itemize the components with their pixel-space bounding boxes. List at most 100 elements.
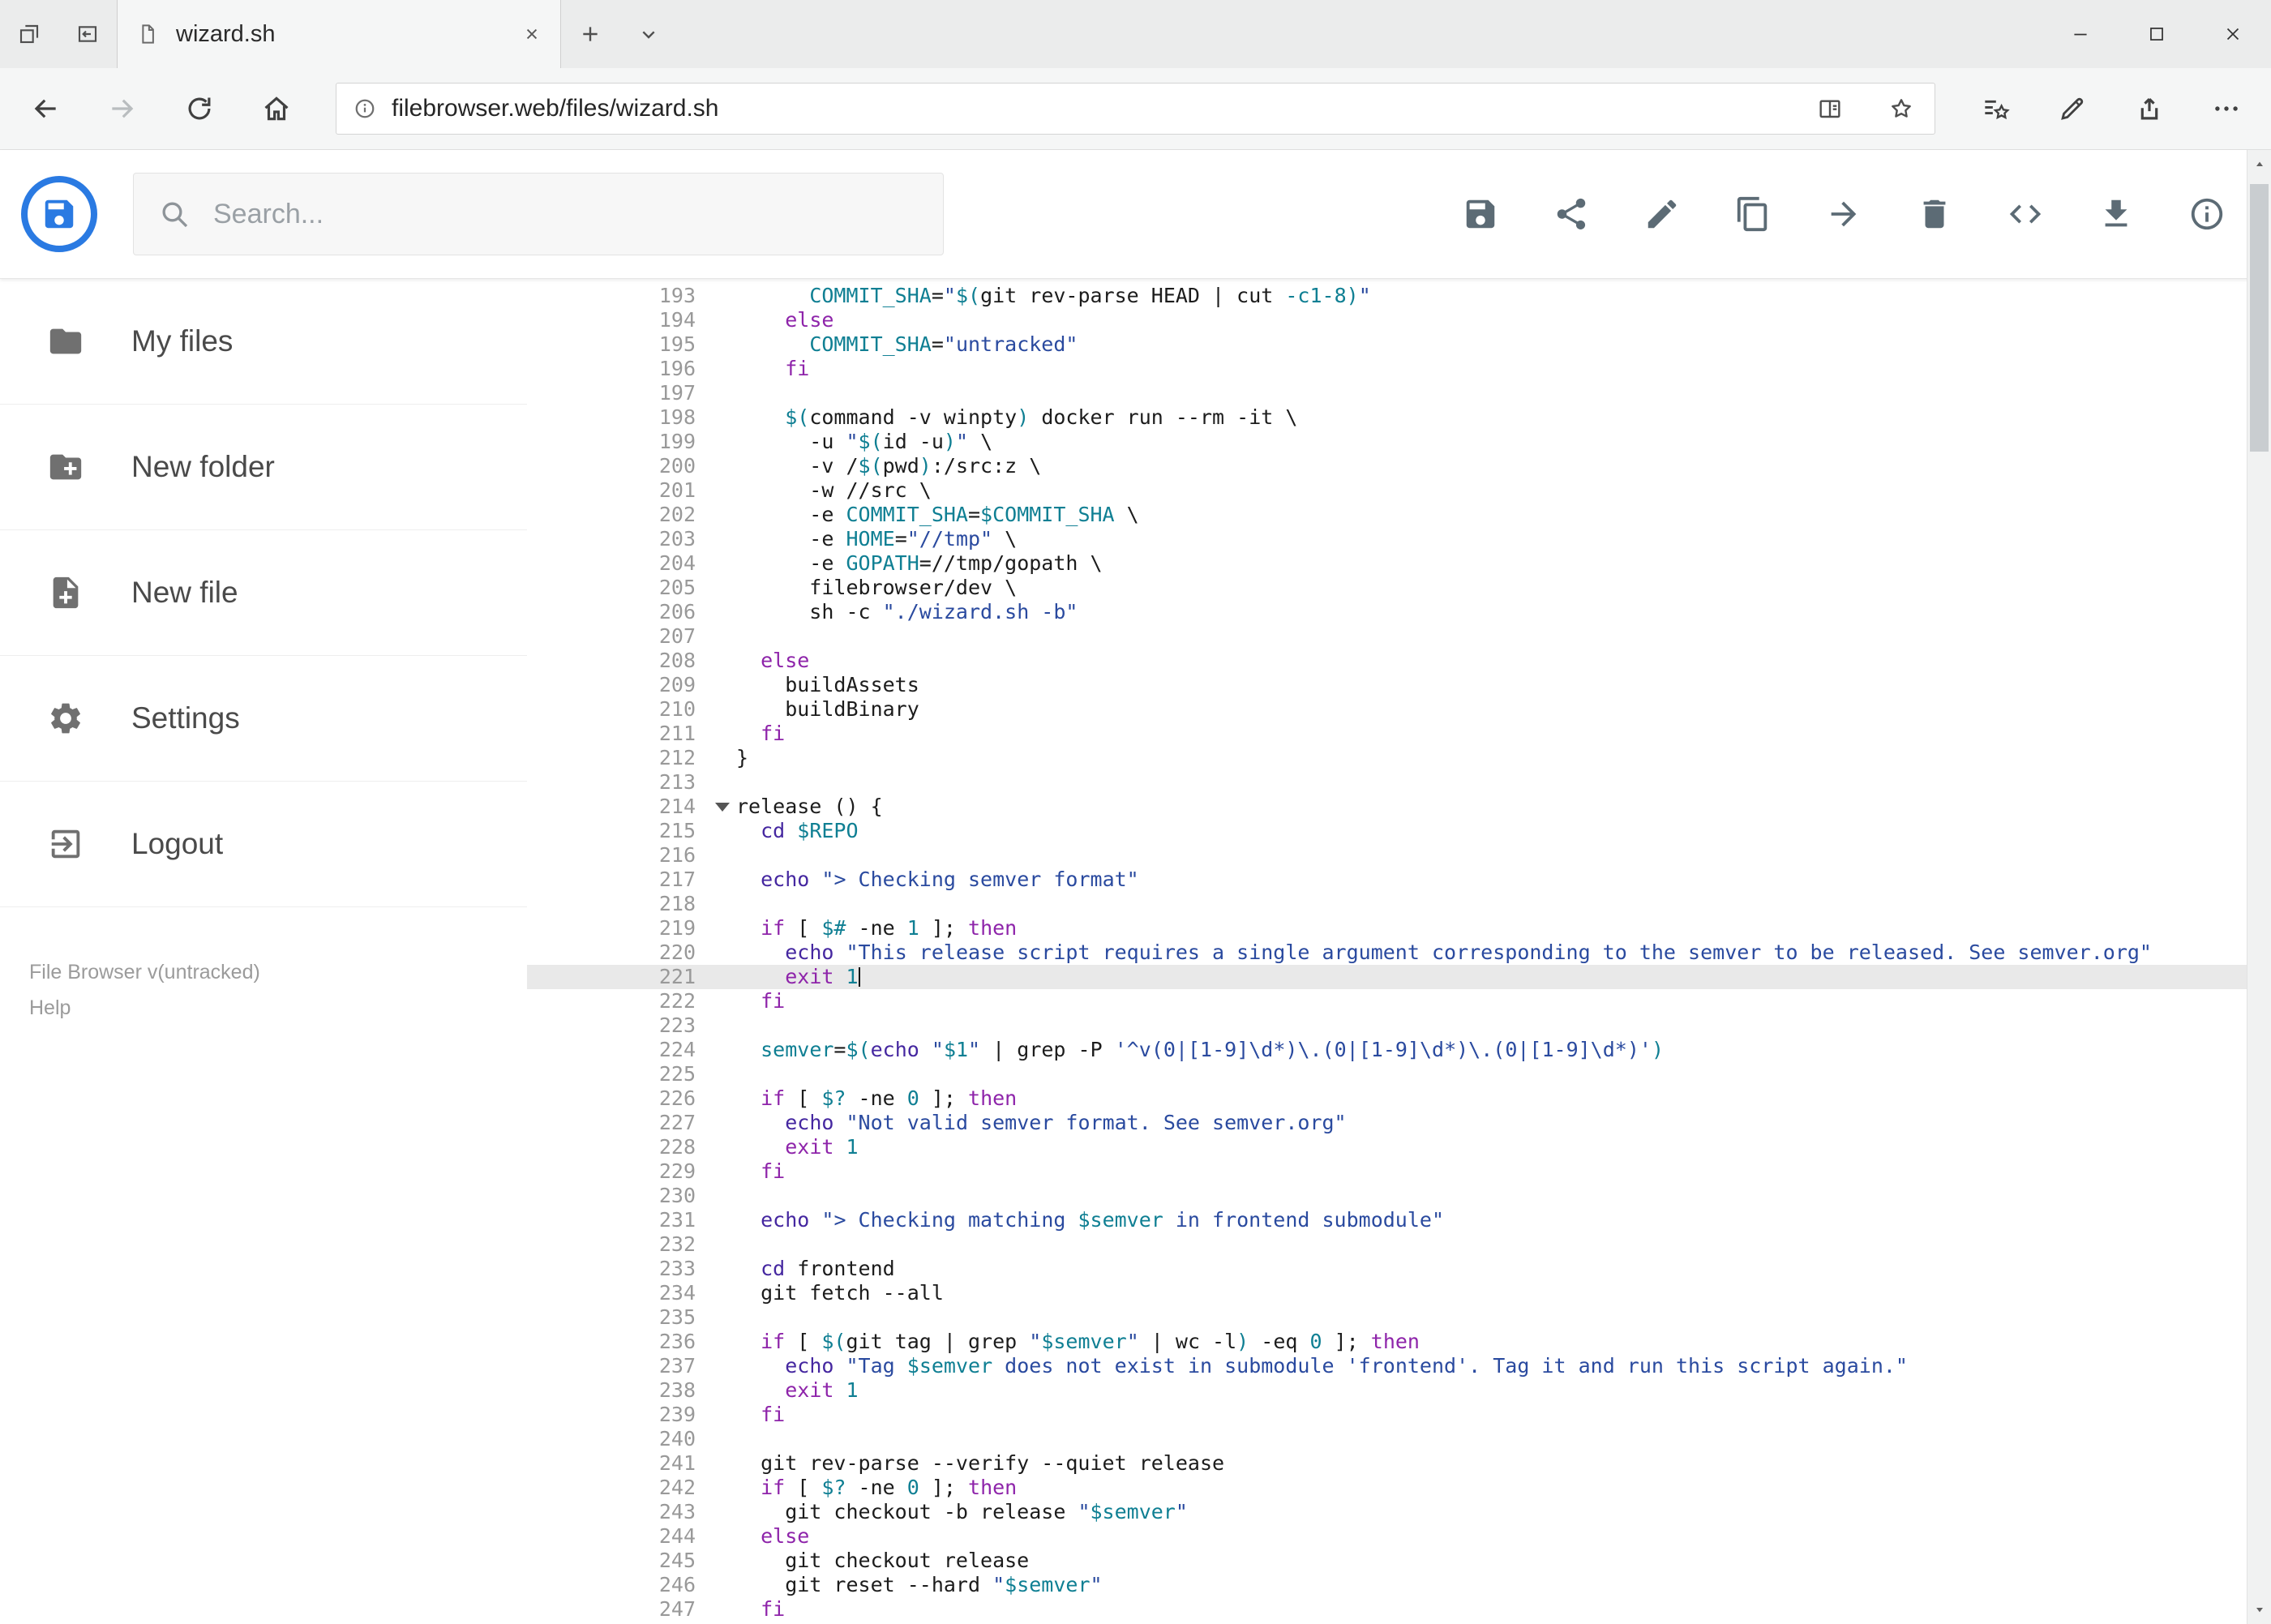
browser-tab[interactable]: wizard.sh [117,0,561,68]
code-line[interactable]: 236 if [ $(git tag | grep "$semver" | wc… [527,1330,2271,1354]
code-line[interactable]: 225 [527,1062,2271,1086]
scroll-down-button[interactable] [2247,1595,2271,1624]
tabs-aside-button[interactable] [0,0,58,68]
sidebar-item-my-files[interactable]: My files [0,279,527,405]
code-line[interactable]: 220 echo "This release script requires a… [527,941,2271,965]
page-scrollbar[interactable] [2247,150,2271,1624]
info-button[interactable] [2188,195,2226,233]
code-line[interactable]: 214 release () { [527,795,2271,819]
code-line[interactable]: 210 buildBinary [527,697,2271,722]
code-line[interactable]: 217 echo "> Checking semver format" [527,868,2271,892]
delete-button[interactable] [1916,195,1953,233]
code-line[interactable]: 242 if [ $? -ne 0 ]; then [527,1476,2271,1500]
code-line[interactable]: 211 fi [527,722,2271,746]
code-text: echo "This release script requires a sin… [785,941,2152,964]
tab-list-chevron-button[interactable] [619,0,678,68]
code-line[interactable]: 218 [527,892,2271,916]
help-link[interactable]: Help [29,993,503,1022]
code-line[interactable]: 237 echo "Tag $semver does not exist in … [527,1354,2271,1378]
code-line[interactable]: 247 fi [527,1597,2271,1622]
copy-button[interactable] [1734,195,1772,233]
sidebar-item-new-file[interactable]: New file [0,530,527,656]
scrollbar-thumb[interactable] [2250,184,2269,452]
code-line[interactable]: 232 [527,1232,2271,1257]
maximize-button[interactable] [2119,0,2195,68]
code-line[interactable]: 200 -v /$(pwd):/src:z \ [527,454,2271,478]
new-tab-button[interactable] [561,0,619,68]
save-button[interactable] [1462,195,1499,233]
sidebar-item-logout[interactable]: Logout [0,782,527,907]
code-line[interactable]: 212} [527,746,2271,770]
code-line[interactable]: 246 git reset --hard "$semver" [527,1573,2271,1597]
fold-arrow-icon[interactable] [715,803,730,812]
code-line[interactable]: 199 -u "$(id -u)" \ [527,430,2271,454]
address-bar[interactable]: filebrowser.web/files/wizard.sh [336,83,1935,135]
download-button[interactable] [2097,195,2135,233]
code-line[interactable]: 231 echo "> Checking matching $semver in… [527,1208,2271,1232]
code-line[interactable]: 233 cd frontend [527,1257,2271,1281]
code-line[interactable]: 202 -e COMMIT_SHA=$COMMIT_SHA \ [527,503,2271,527]
code-line[interactable]: 203 -e HOME="//tmp" \ [527,527,2271,551]
code-line[interactable]: 198 $(command -v winpty) docker run --rm… [527,405,2271,430]
code-button[interactable] [2007,195,2044,233]
code-line[interactable]: 195 COMMIT_SHA="untracked" [527,332,2271,357]
move-button[interactable] [1825,195,1862,233]
code-line[interactable]: 194 else [527,308,2271,332]
code-line[interactable]: 196 fi [527,357,2271,381]
share-button[interactable] [1553,195,1590,233]
code-line[interactable]: 207 [527,624,2271,649]
more-menu-button[interactable] [2187,68,2265,149]
code-line[interactable]: 224 semver=$(echo "$1" | grep -P '^v(0|[… [527,1038,2271,1062]
code-line[interactable]: 193 COMMIT_SHA="$(git rev-parse HEAD | c… [527,284,2271,308]
reading-view-button[interactable] [1802,84,1858,133]
code-line[interactable]: 244 else [527,1524,2271,1549]
code-line[interactable]: 240 [527,1427,2271,1451]
code-line[interactable]: 226 if [ $? -ne 0 ]; then [527,1086,2271,1111]
code-line[interactable]: 229 fi [527,1159,2271,1184]
minimize-button[interactable] [2042,0,2119,68]
web-note-button[interactable] [2033,68,2110,149]
code-line[interactable]: 239 fi [527,1403,2271,1427]
code-line[interactable]: 234 git fetch --all [527,1281,2271,1305]
search-input[interactable] [213,198,919,230]
code-line[interactable]: 241 git rev-parse --verify --quiet relea… [527,1451,2271,1476]
refresh-button[interactable] [161,68,238,149]
site-info-icon[interactable] [353,96,377,121]
tab-close-icon[interactable] [521,24,542,45]
hub-button[interactable] [1956,68,2033,149]
code-line[interactable]: 221 exit 1 [527,965,2271,989]
share-page-button[interactable] [2110,68,2187,149]
code-line[interactable]: 208 else [527,649,2271,673]
code-line[interactable]: 243 git checkout -b release "$semver" [527,1500,2271,1524]
sidebar-item-new-folder[interactable]: New folder [0,405,527,530]
code-line[interactable]: 197 [527,381,2271,405]
code-line[interactable]: 204 -e GOPATH=//tmp/gopath \ [527,551,2271,576]
code-line[interactable]: 245 git checkout release [527,1549,2271,1573]
code-editor[interactable]: 193 COMMIT_SHA="$(git rev-parse HEAD | c… [527,279,2271,1624]
forward-button[interactable] [84,68,161,149]
code-line[interactable]: 222 fi [527,989,2271,1013]
code-line[interactable]: 223 [527,1013,2271,1038]
code-line[interactable]: 238 exit 1 [527,1378,2271,1403]
tab-preview-button[interactable] [58,0,117,68]
search-bar[interactable] [133,173,944,255]
code-line[interactable]: 209 buildAssets [527,673,2271,697]
scroll-up-button[interactable] [2247,150,2271,179]
code-line[interactable]: 235 [527,1305,2271,1330]
code-line[interactable]: 206 sh -c "./wizard.sh -b" [527,600,2271,624]
code-line[interactable]: 201 -w //src \ [527,478,2271,503]
code-line[interactable]: 215 cd $REPO [527,819,2271,843]
code-line[interactable]: 213 [527,770,2271,795]
code-line[interactable]: 230 [527,1184,2271,1208]
favorite-star-button[interactable] [1873,84,1930,133]
sidebar-item-settings[interactable]: Settings [0,656,527,782]
home-button[interactable] [238,68,315,149]
code-line[interactable]: 219 if [ $# -ne 1 ]; then [527,916,2271,941]
code-line[interactable]: 205 filebrowser/dev \ [527,576,2271,600]
close-button[interactable] [2195,0,2271,68]
code-line[interactable]: 227 echo "Not valid semver format. See s… [527,1111,2271,1135]
code-line[interactable]: 228 exit 1 [527,1135,2271,1159]
edit-button[interactable] [1643,195,1681,233]
back-button[interactable] [6,68,84,149]
code-line[interactable]: 216 [527,843,2271,868]
